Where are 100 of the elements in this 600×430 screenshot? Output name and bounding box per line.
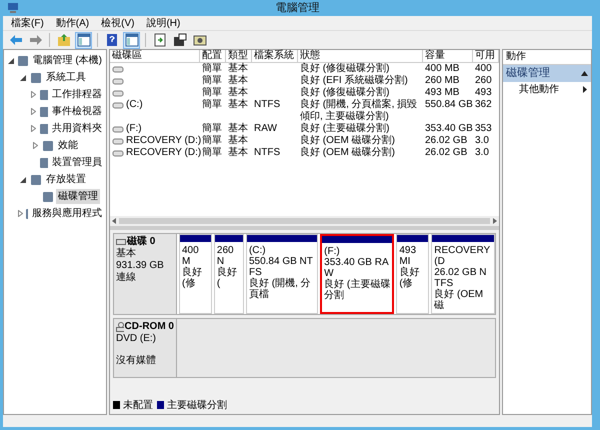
column-header[interactable]: 可用 (473, 50, 499, 62)
table-cell: 簡單 (202, 75, 222, 87)
tree-item[interactable]: 事件檢視器 (50, 104, 104, 119)
menu-item[interactable]: 說明(H) (146, 16, 180, 30)
partition-info: 良好 (修 (399, 267, 420, 289)
partition-block[interactable]: 400 M 良好 (修 (179, 234, 212, 314)
toolbar-button[interactable] (171, 32, 188, 48)
table-cell-text: 基本 (228, 135, 248, 146)
partition-info: 493 MI (399, 245, 418, 267)
menu-item[interactable]: 檢視(V) (101, 16, 134, 30)
tree-item[interactable]: 系統工具 (44, 70, 88, 85)
expanded-arrow-icon[interactable] (20, 74, 26, 80)
collapsed-arrow-icon[interactable] (31, 91, 36, 98)
table-cell: 260 (475, 75, 492, 87)
partition-block[interactable]: RECOVERY (D 26.02 GB NTFS 良好 (OEM 磁 (431, 234, 495, 314)
help-icon (104, 33, 118, 47)
table-cell: 基本 (228, 147, 248, 159)
legend-label: 未配置 (123, 398, 153, 412)
table-cell: 550.84 GB (425, 99, 473, 111)
menu-item[interactable]: 動作(A) (56, 16, 90, 30)
collapsed-arrow-icon[interactable] (31, 125, 36, 132)
table-cell: 493 MB (425, 87, 460, 99)
app-icon (7, 2, 19, 14)
collapse-caret-icon (581, 71, 588, 76)
pane-icon (76, 33, 90, 47)
column-header[interactable]: 類型 (226, 50, 252, 62)
table-cell: 簡單 (202, 99, 222, 111)
menu-item[interactable]: 檔案(F) (11, 16, 44, 30)
table-cell: 353 (475, 123, 492, 135)
table-cell: 簡單 (202, 123, 222, 135)
table-cell: RECOVERY (D:) (126, 135, 202, 147)
disk-name: 磁碟 0 (127, 236, 156, 248)
export-icon (152, 33, 166, 47)
expanded-arrow-icon[interactable] (20, 176, 26, 182)
table-cell: 26.02 GB (425, 135, 468, 147)
partition-block[interactable]: 260 N 良好 ( (214, 234, 244, 314)
actions-section-header[interactable]: 磁碟管理 (503, 65, 591, 82)
tree-item[interactable]: 共用資料夾 (50, 121, 104, 136)
partition-block[interactable]: 493 MI 良好 (修 (396, 234, 430, 314)
tree-item[interactable]: 磁碟管理 (56, 189, 100, 204)
column-header[interactable]: 狀態 (298, 50, 423, 62)
disk-info: 連線 (116, 272, 137, 284)
table-cell: 3.0 (475, 147, 489, 159)
pane-icon (124, 33, 138, 47)
back-arrow-icon (8, 33, 22, 47)
table-cell: 400 MB (425, 63, 460, 75)
folder-up-icon (56, 33, 70, 47)
tree-item[interactable]: 存放裝置 (44, 172, 88, 187)
table-cell: 簡單 (202, 63, 222, 75)
tree-item[interactable]: 效能 (56, 138, 80, 153)
table-cell: 基本 (228, 99, 248, 111)
table-cell: 簡單 (202, 87, 222, 99)
tree-item[interactable]: 工作排程器 (50, 87, 104, 102)
cd-drive-icon (116, 322, 124, 332)
collapsed-arrow-icon[interactable] (32, 142, 38, 149)
tree-item[interactable]: 電腦管理 (本機) (30, 53, 104, 68)
legend-label: 主要磁碟分割 (167, 398, 227, 412)
partition-info: 良好 (修 (182, 267, 203, 289)
table-cell-text: 良好 (主要磁碟分割) (300, 123, 390, 134)
partition-header-bar (397, 235, 428, 242)
column-header[interactable]: 磁碟區 (110, 50, 200, 62)
table-cell-text: 基本 (228, 75, 248, 86)
table-cell-text: 良好 (修復磁碟分割) (300, 63, 390, 74)
partition-header-bar (180, 235, 211, 242)
table-cell: RAW (254, 123, 277, 135)
partition-info: 良好 (OEM 磁 (434, 289, 484, 311)
table-cell: 362 (475, 99, 492, 111)
volume-icon (112, 148, 124, 158)
window-title: 電腦管理 (276, 0, 320, 16)
tree-item[interactable]: 服務與應用程式 (30, 206, 104, 221)
tree-item[interactable]: 裝置管理員 (50, 155, 104, 170)
table-cell-text: 基本 (228, 123, 248, 134)
collapsed-arrow-icon[interactable] (18, 210, 23, 217)
column-header[interactable]: 配置 (200, 50, 226, 62)
partition-info: RECOVERY (D (434, 245, 491, 267)
table-cell-text: 基本 (228, 63, 248, 74)
partition-info: (F:) (324, 246, 341, 257)
properties-icon (172, 33, 186, 47)
table-cell: 簡單 (202, 135, 222, 147)
forward-arrow-icon (28, 33, 42, 47)
partition-block[interactable]: (C:) 550.84 GB NTFS 良好 (開機, 分頁檔 (246, 234, 318, 314)
column-header[interactable]: 容量 (423, 50, 473, 62)
horizontal-scrollbar[interactable] (110, 216, 499, 226)
partition-header-bar (246, 235, 318, 242)
action-item[interactable]: 其他動作 (503, 82, 591, 97)
partition-header-bar (214, 235, 243, 242)
disk-info: 基本 (116, 248, 137, 260)
partition-block[interactable]: (F:) 353.40 GB RAW 良好 (主要磁碟分割 (320, 234, 394, 314)
partition-info: 550.84 GB NTFS (248, 256, 314, 278)
expanded-arrow-icon[interactable] (8, 58, 14, 64)
volume-icon (112, 124, 124, 134)
partition-info: 26.02 GB NTFS (434, 267, 488, 289)
table-cell: (C:) (126, 99, 143, 111)
volume-icon (112, 64, 124, 74)
volume-icon (112, 88, 124, 98)
disk-settings-icon (192, 33, 206, 47)
collapsed-arrow-icon[interactable] (31, 108, 36, 115)
partition-info: 良好 (主要磁碟分割 (324, 279, 390, 301)
column-header[interactable]: 檔案系統 (252, 50, 298, 62)
table-cell: RECOVERY (D:) (126, 147, 202, 159)
